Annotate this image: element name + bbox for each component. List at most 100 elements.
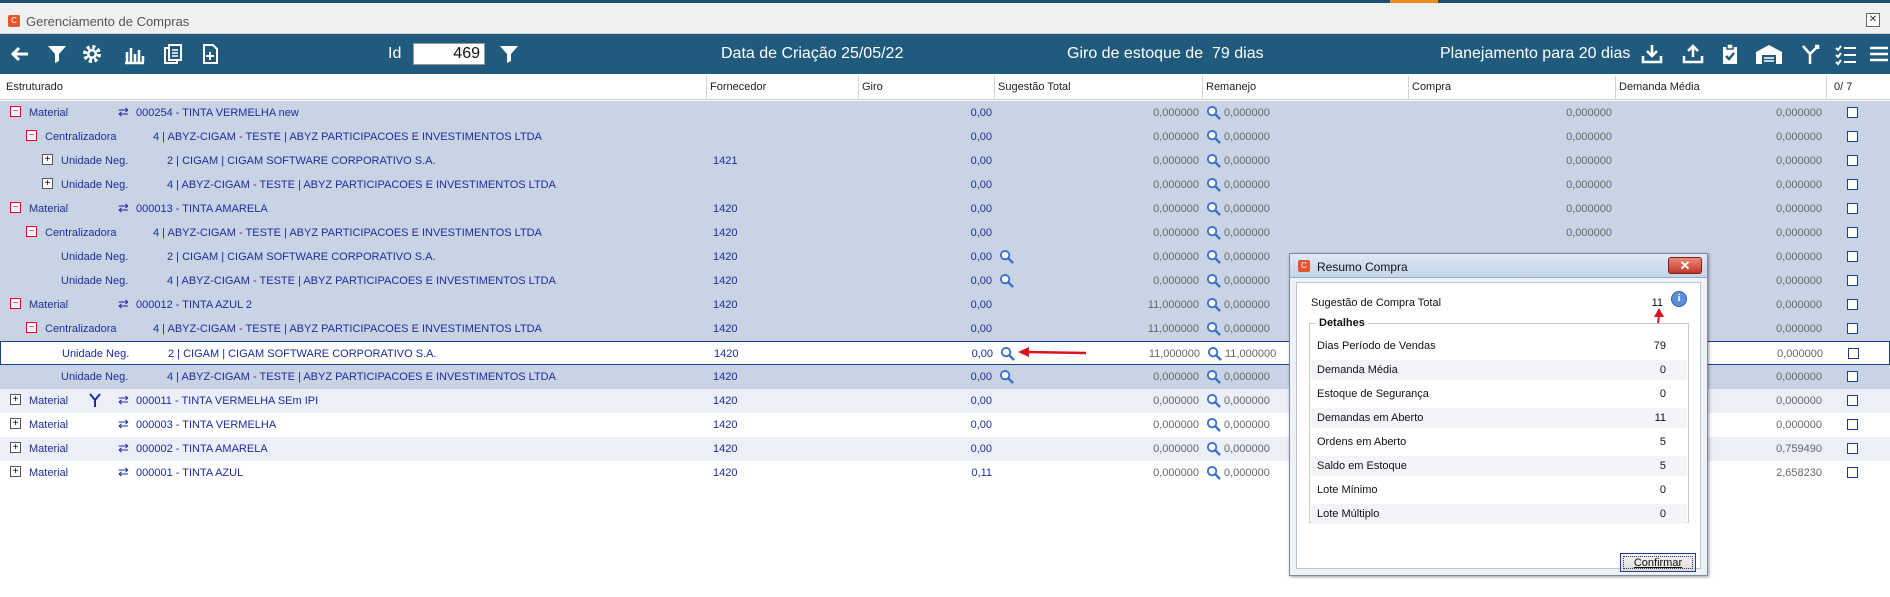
search-icon[interactable]	[1206, 441, 1221, 456]
row-checkbox[interactable]	[1847, 443, 1858, 454]
download-icon[interactable]	[1640, 42, 1664, 66]
search-icon[interactable]	[1206, 297, 1221, 312]
row-checkbox[interactable]	[1847, 107, 1858, 118]
transfer-icon[interactable]: ⇄	[118, 392, 132, 408]
col-demanda[interactable]: Demanda Média	[1619, 81, 1700, 93]
back-arrow-icon[interactable]	[8, 42, 32, 66]
transfer-icon[interactable]: ⇄	[118, 104, 132, 120]
table-row[interactable]: − Centralizadora 4 | ABYZ-CIGAM - TESTE | …	[0, 125, 1890, 149]
search-icon[interactable]	[1206, 201, 1221, 216]
row-type-label: Unidade Neg.	[61, 155, 129, 167]
expand-toggle[interactable]: +	[10, 394, 21, 405]
upload-icon[interactable]	[1681, 42, 1705, 66]
row-checkbox[interactable]	[1847, 131, 1858, 142]
transfer-icon[interactable]: ⇄	[118, 464, 132, 480]
search-icon[interactable]	[999, 369, 1014, 384]
col-separator[interactable]	[994, 76, 995, 100]
search-icon[interactable]	[999, 273, 1014, 288]
col-separator[interactable]	[1408, 76, 1409, 100]
collapse-toggle[interactable]: −	[26, 130, 37, 141]
detail-label: Demanda Média	[1317, 364, 1398, 376]
expand-toggle[interactable]: +	[42, 178, 53, 189]
col-fornecedor[interactable]: Fornecedor	[710, 81, 766, 93]
transfer-icon[interactable]: ⇄	[118, 296, 132, 312]
table-row[interactable]: + Unidade Neg. 4 | ABYZ-CIGAM - TESTE | AB…	[0, 173, 1890, 197]
search-icon[interactable]	[1206, 369, 1221, 384]
col-separator[interactable]	[1202, 76, 1203, 100]
row-remanejo: 0,000000	[1224, 227, 1270, 239]
search-icon[interactable]	[1206, 393, 1221, 408]
collapse-toggle[interactable]: −	[10, 298, 21, 309]
menu-icon[interactable]	[1868, 42, 1888, 66]
col-separator[interactable]	[858, 76, 859, 100]
confirm-button[interactable]: Confirmar	[1620, 553, 1696, 572]
search-icon[interactable]	[1206, 177, 1221, 192]
table-row[interactable]: − Centralizadora 4 | ABYZ-CIGAM - TESTE | …	[0, 221, 1890, 245]
dialog-close-button[interactable]: ✕	[1668, 257, 1702, 274]
transfer-icon[interactable]: ⇄	[118, 200, 132, 216]
row-checkbox[interactable]	[1847, 275, 1858, 286]
row-checkbox[interactable]	[1847, 179, 1858, 190]
transfer-icon[interactable]: ⇄	[118, 416, 132, 432]
new-document-icon[interactable]	[198, 42, 222, 66]
search-icon[interactable]	[1206, 153, 1221, 168]
dialog-titlebar[interactable]: C Resumo Compra ✕	[1290, 254, 1707, 278]
row-checkbox[interactable]	[1847, 323, 1858, 334]
clipboard-check-icon[interactable]	[1718, 42, 1742, 66]
row-checkbox[interactable]	[1847, 419, 1858, 430]
table-row[interactable]: + Unidade Neg. 2 | CIGAM | CIGAM SOFTWARE …	[0, 149, 1890, 173]
bar-chart-icon[interactable]	[122, 42, 146, 66]
col-estruturado[interactable]: Estruturado	[6, 81, 63, 93]
collapse-toggle[interactable]: −	[26, 322, 37, 333]
row-checkbox[interactable]	[1847, 251, 1858, 262]
row-checkbox[interactable]	[1847, 203, 1858, 214]
col-giro[interactable]: Giro	[862, 81, 883, 93]
col-separator[interactable]	[1615, 76, 1616, 100]
search-icon[interactable]	[1206, 465, 1221, 480]
branch-icon[interactable]	[88, 392, 102, 408]
collapse-toggle[interactable]: −	[10, 202, 21, 213]
collapse-toggle[interactable]: −	[26, 226, 37, 237]
col-compra[interactable]: Compra	[1412, 81, 1451, 93]
row-checkbox[interactable]	[1847, 155, 1858, 166]
info-icon[interactable]: i	[1671, 291, 1687, 307]
row-checkbox[interactable]	[1847, 227, 1858, 238]
gear-icon[interactable]	[80, 42, 104, 66]
col-separator[interactable]	[1826, 76, 1827, 100]
col-separator[interactable]	[706, 76, 707, 100]
table-row[interactable]: − Material ⇄ 000013 - TINTA AMARELA 1420 0,00…	[0, 197, 1890, 221]
table-row[interactable]: − Material ⇄ 000254 - TINTA VERMELHA new 0,0…	[0, 101, 1890, 125]
search-icon[interactable]	[1207, 346, 1222, 361]
row-checkbox[interactable]	[1847, 371, 1858, 382]
id-input[interactable]	[413, 43, 485, 65]
expand-toggle[interactable]: +	[42, 154, 53, 165]
search-icon[interactable]	[1206, 273, 1221, 288]
branch-icon[interactable]	[1798, 42, 1822, 66]
transfer-icon[interactable]: ⇄	[118, 440, 132, 456]
checklist-icon[interactable]	[1834, 42, 1858, 66]
col-sugestao[interactable]: Sugestão Total	[998, 81, 1071, 93]
documents-icon[interactable]	[161, 42, 185, 66]
search-icon[interactable]	[1206, 321, 1221, 336]
id-filter-icon[interactable]	[497, 42, 521, 66]
search-icon[interactable]	[1206, 249, 1221, 264]
window-close-button[interactable]: ✕	[1866, 13, 1880, 27]
row-checkbox[interactable]	[1847, 395, 1858, 406]
filter-icon[interactable]	[45, 42, 69, 66]
search-icon[interactable]	[999, 249, 1014, 264]
expand-toggle[interactable]: +	[10, 466, 21, 477]
search-icon[interactable]	[1206, 105, 1221, 120]
expand-toggle[interactable]: +	[10, 418, 21, 429]
col-remanejo[interactable]: Remanejo	[1206, 81, 1256, 93]
search-icon[interactable]	[1206, 225, 1221, 240]
expand-toggle[interactable]: +	[10, 442, 21, 453]
search-icon[interactable]	[1206, 129, 1221, 144]
collapse-toggle[interactable]: −	[10, 106, 21, 117]
search-icon[interactable]	[1000, 346, 1015, 361]
row-checkbox[interactable]	[1848, 348, 1859, 359]
row-checkbox[interactable]	[1847, 299, 1858, 310]
row-checkbox[interactable]	[1847, 467, 1858, 478]
warehouse-icon[interactable]	[1754, 42, 1784, 66]
search-icon[interactable]	[1206, 417, 1221, 432]
row-sugestao: 0,000000	[1153, 155, 1199, 167]
